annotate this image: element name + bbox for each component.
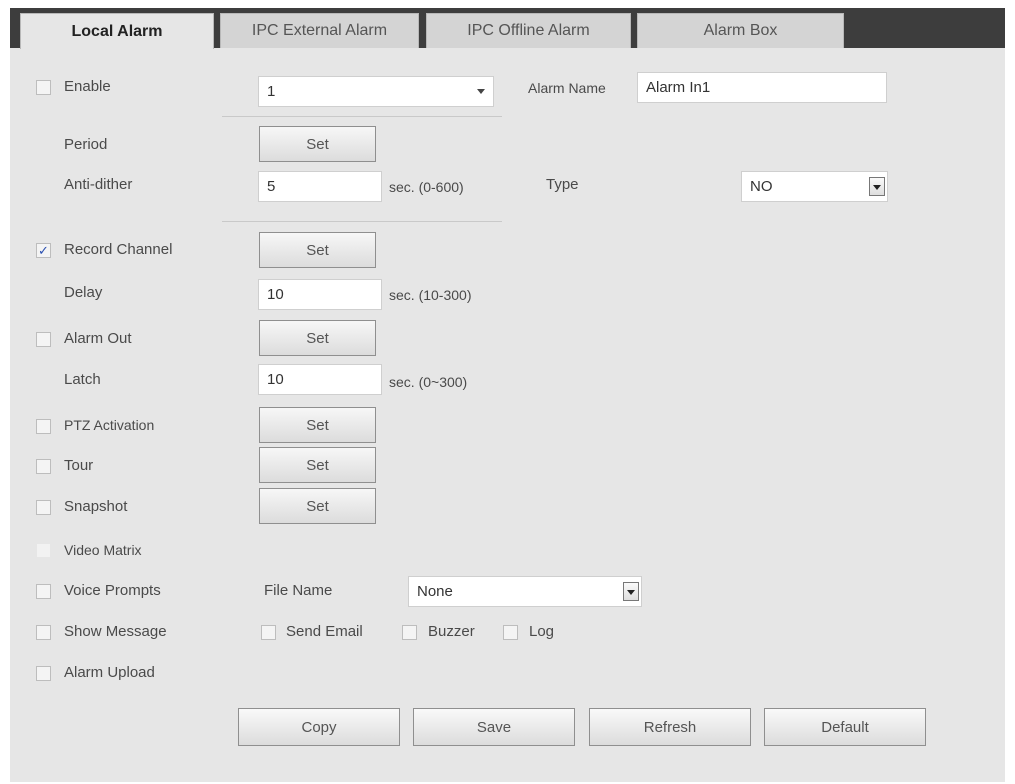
- show-message-label: Show Message: [64, 623, 167, 640]
- type-label: Type: [546, 176, 579, 193]
- alarm-upload-checkbox[interactable]: [36, 666, 51, 681]
- tab-bar: Local Alarm IPC External Alarm IPC Offli…: [10, 8, 1005, 49]
- send-email-checkbox[interactable]: [261, 625, 276, 640]
- delay-unit: sec. (10-300): [389, 287, 472, 303]
- snapshot-checkbox[interactable]: [36, 500, 51, 515]
- enable-checkbox[interactable]: [36, 80, 51, 95]
- delay-input[interactable]: 10: [258, 279, 382, 310]
- tour-checkbox[interactable]: [36, 459, 51, 474]
- ptz-activation-label: PTZ Activation: [64, 417, 155, 433]
- log-checkbox[interactable]: [503, 625, 518, 640]
- alarm-out-set-button[interactable]: Set: [259, 320, 376, 356]
- anti-dither-unit: sec. (0-600): [389, 179, 464, 195]
- tab-local-alarm[interactable]: Local Alarm: [20, 13, 214, 49]
- type-select-value: NO: [750, 178, 773, 195]
- channel-select[interactable]: 1: [258, 76, 494, 107]
- tab-alarm-box[interactable]: Alarm Box: [637, 13, 844, 48]
- ptz-activation-set-button[interactable]: Set: [259, 407, 376, 443]
- alarm-name-input[interactable]: Alarm In1: [637, 72, 887, 103]
- log-label: Log: [529, 623, 555, 640]
- video-matrix-label: Video Matrix: [64, 542, 142, 558]
- record-channel-label: Record Channel: [64, 241, 173, 258]
- channel-select-value: 1: [267, 83, 276, 100]
- file-name-select-value: None: [417, 583, 453, 600]
- record-channel-checkbox[interactable]: ✓: [36, 243, 51, 258]
- anti-dither-input[interactable]: 5: [258, 171, 382, 202]
- buzzer-label: Buzzer: [428, 623, 475, 640]
- tab-ipc-external-alarm[interactable]: IPC External Alarm: [220, 13, 419, 48]
- alarm-name-label: Alarm Name: [528, 80, 606, 96]
- buzzer-checkbox[interactable]: [402, 625, 417, 640]
- voice-prompts-checkbox[interactable]: [36, 584, 51, 599]
- divider: [222, 116, 502, 117]
- file-name-select[interactable]: None: [408, 576, 642, 607]
- alarm-upload-label: Alarm Upload: [64, 664, 155, 681]
- dropdown-arrow-icon: [869, 177, 885, 196]
- anti-dither-label: Anti-dither: [64, 176, 133, 193]
- send-email-label: Send Email: [286, 623, 363, 640]
- snapshot-label: Snapshot: [64, 498, 128, 515]
- latch-unit: sec. (0~300): [389, 374, 468, 390]
- delay-label: Delay: [64, 284, 103, 301]
- divider: [222, 221, 502, 222]
- save-button[interactable]: Save: [413, 708, 575, 746]
- chevron-down-icon: [477, 89, 485, 94]
- alarm-settings-panel: Local Alarm IPC External Alarm IPC Offli…: [10, 8, 1005, 782]
- alarm-out-checkbox[interactable]: [36, 332, 51, 347]
- copy-button[interactable]: Copy: [238, 708, 400, 746]
- refresh-button[interactable]: Refresh: [589, 708, 751, 746]
- check-mark-icon: ✓: [38, 242, 49, 258]
- tour-label: Tour: [64, 457, 94, 474]
- tour-set-button[interactable]: Set: [259, 447, 376, 483]
- show-message-checkbox[interactable]: [36, 625, 51, 640]
- period-label: Period: [64, 136, 108, 153]
- dropdown-arrow-icon: [623, 582, 639, 601]
- type-select[interactable]: NO: [741, 171, 888, 202]
- tab-ipc-offline-alarm[interactable]: IPC Offline Alarm: [426, 13, 631, 48]
- alarm-out-label: Alarm Out: [64, 330, 132, 347]
- default-button[interactable]: Default: [764, 708, 926, 746]
- ptz-activation-checkbox[interactable]: [36, 419, 51, 434]
- snapshot-set-button[interactable]: Set: [259, 488, 376, 524]
- latch-input[interactable]: 10: [258, 364, 382, 395]
- period-set-button[interactable]: Set: [259, 126, 376, 162]
- latch-label: Latch: [64, 371, 101, 388]
- video-matrix-checkbox[interactable]: [36, 543, 51, 558]
- file-name-label: File Name: [264, 582, 333, 599]
- record-channel-set-button[interactable]: Set: [259, 232, 376, 268]
- enable-label: Enable: [64, 78, 111, 95]
- voice-prompts-label: Voice Prompts: [64, 582, 161, 599]
